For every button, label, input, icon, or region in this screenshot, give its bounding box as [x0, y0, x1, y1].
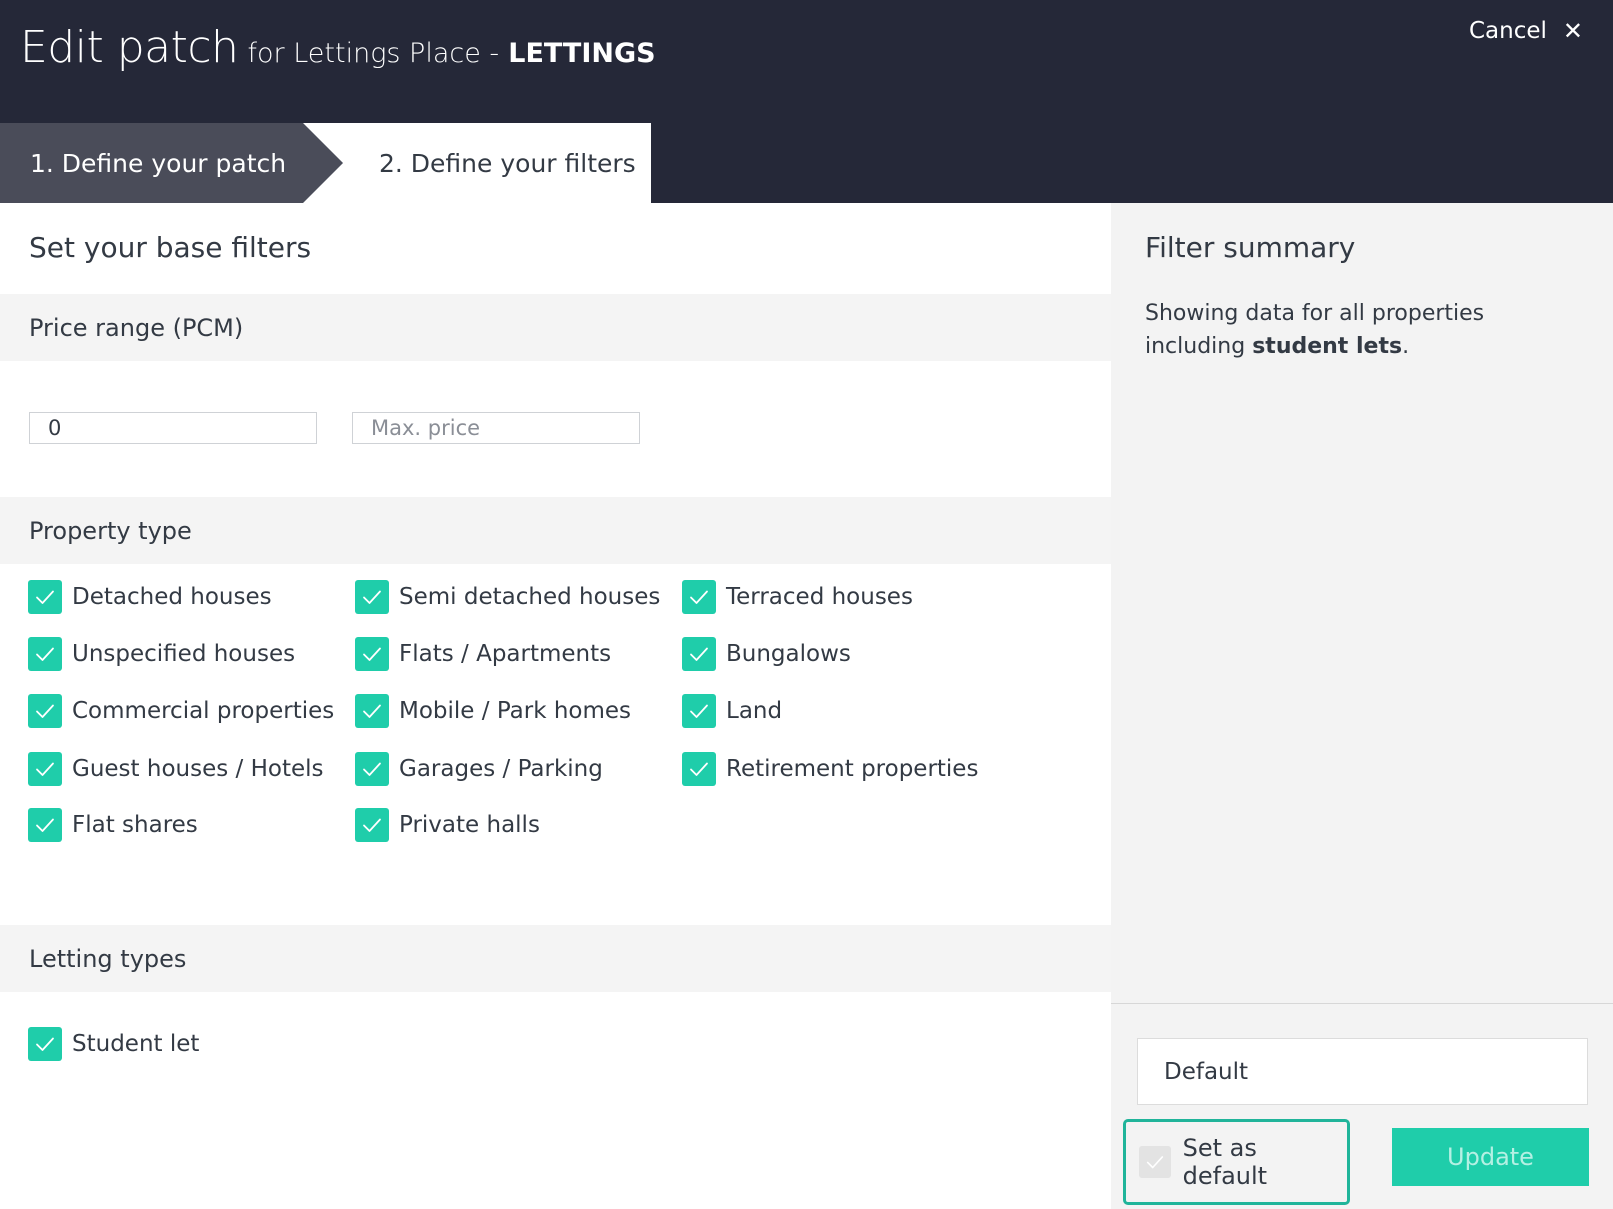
divider	[1111, 1003, 1613, 1004]
checkbox-label: Mobile / Park homes	[399, 698, 632, 724]
cancel-label: Cancel	[1468, 18, 1547, 44]
checkbox-bungalows[interactable]: Bungalows	[682, 637, 851, 671]
checkbox-mobile-park-homes[interactable]: Mobile / Park homes	[355, 694, 631, 728]
update-button[interactable]: Update	[1392, 1128, 1589, 1186]
checkbox-label: Detached houses	[72, 584, 272, 610]
page-title: Edit patch for Lettings Place - LETTINGS	[20, 22, 656, 73]
checkbox-label: Guest houses / Hotels	[72, 756, 324, 782]
set-as-default-checkbox[interactable]: Set as default	[1123, 1119, 1350, 1205]
checkbox-detached-houses[interactable]: Detached houses	[28, 580, 272, 614]
checkbox-checked-icon[interactable]	[355, 752, 389, 786]
checkbox-guest-houses-hotels[interactable]: Guest houses / Hotels	[28, 752, 323, 786]
page-title-main: Edit patch	[20, 22, 239, 73]
tab-define-patch[interactable]: 1. Define your patch	[0, 123, 343, 203]
price-range-heading: Price range (PCM)	[0, 294, 1111, 361]
checkbox-flats-apartments[interactable]: Flats / Apartments	[355, 637, 611, 671]
letting-types-heading: Letting types	[0, 925, 1111, 992]
checkbox-unspecified-houses[interactable]: Unspecified houses	[28, 637, 295, 671]
checkbox-label: Terraced houses	[726, 584, 913, 610]
checkbox-label: Commercial properties	[72, 698, 335, 724]
checkbox-checked-icon[interactable]	[28, 637, 62, 671]
checkbox-checked-icon[interactable]	[682, 637, 716, 671]
checkbox-label: Unspecified houses	[72, 641, 296, 667]
set-as-default-label: Set as default	[1182, 1134, 1268, 1190]
checkbox-checked-icon[interactable]	[355, 637, 389, 671]
checkbox-checked-icon[interactable]	[28, 580, 62, 614]
patch-name-input[interactable]	[1137, 1038, 1588, 1105]
property-type-heading: Property type	[0, 497, 1111, 564]
checkbox-checked-icon[interactable]	[28, 808, 62, 842]
checkbox-checked-icon[interactable]	[355, 808, 389, 842]
checkbox-checked-icon[interactable]	[28, 752, 62, 786]
min-price-input[interactable]	[29, 412, 317, 444]
page-title-sub: for Lettings Place -	[247, 38, 500, 69]
checkbox-garages-parking[interactable]: Garages / Parking	[355, 752, 603, 786]
filters-panel: Set your base filters Price range (PCM) …	[0, 203, 1111, 1209]
close-icon[interactable]: ✕	[1563, 19, 1583, 43]
checkbox-checked-icon[interactable]	[28, 694, 62, 728]
filter-summary-panel: Filter summary Showing data for all prop…	[1111, 203, 1613, 1209]
checkbox-label: Retirement properties	[726, 756, 979, 782]
checkbox-retirement-properties[interactable]: Retirement properties	[682, 752, 978, 786]
tab-define-patch-label: 1. Define your patch	[30, 148, 287, 178]
cancel-button[interactable]: Cancel ✕	[1469, 18, 1583, 44]
checkbox-checked-icon[interactable]	[682, 694, 716, 728]
filter-summary-title: Filter summary	[1145, 231, 1356, 264]
checkbox-private-halls[interactable]: Private halls	[355, 808, 540, 842]
checkbox-checked-icon[interactable]	[682, 752, 716, 786]
checkbox-label: Student let	[72, 1031, 200, 1057]
checkbox-checked-icon[interactable]	[682, 580, 716, 614]
summary-text-suffix: .	[1402, 334, 1410, 359]
base-filters-title: Set your base filters	[29, 231, 312, 264]
tab-define-filters-label: 2. Define your filters	[379, 148, 636, 178]
max-price-input[interactable]	[352, 412, 640, 444]
filter-summary-text: Showing data for all properties includin…	[1145, 297, 1585, 363]
checkbox-label: Land	[726, 698, 783, 724]
checkbox-checked-icon[interactable]	[355, 694, 389, 728]
checkbox-unchecked-icon[interactable]	[1139, 1146, 1171, 1178]
checkbox-checked-icon[interactable]	[28, 1027, 62, 1061]
checkbox-label: Garages / Parking	[399, 756, 603, 782]
checkbox-student-let[interactable]: Student let	[28, 1027, 199, 1061]
checkbox-label: Flats / Apartments	[399, 641, 612, 667]
checkbox-label: Bungalows	[726, 641, 851, 667]
checkbox-checked-icon[interactable]	[355, 580, 389, 614]
checkbox-semi-detached-houses[interactable]: Semi detached houses	[355, 580, 660, 614]
checkbox-commercial-properties[interactable]: Commercial properties	[28, 694, 334, 728]
summary-text-strong: student lets	[1252, 334, 1403, 359]
checkbox-label: Private halls	[399, 812, 540, 838]
checkbox-label: Semi detached houses	[399, 584, 661, 610]
checkbox-land[interactable]: Land	[682, 694, 782, 728]
page-title-category: LETTINGS	[508, 38, 656, 69]
checkbox-flat-shares[interactable]: Flat shares	[28, 808, 198, 842]
tab-define-filters[interactable]: 2. Define your filters	[303, 123, 651, 203]
checkbox-terraced-houses[interactable]: Terraced houses	[682, 580, 913, 614]
checkbox-label: Flat shares	[72, 812, 198, 838]
